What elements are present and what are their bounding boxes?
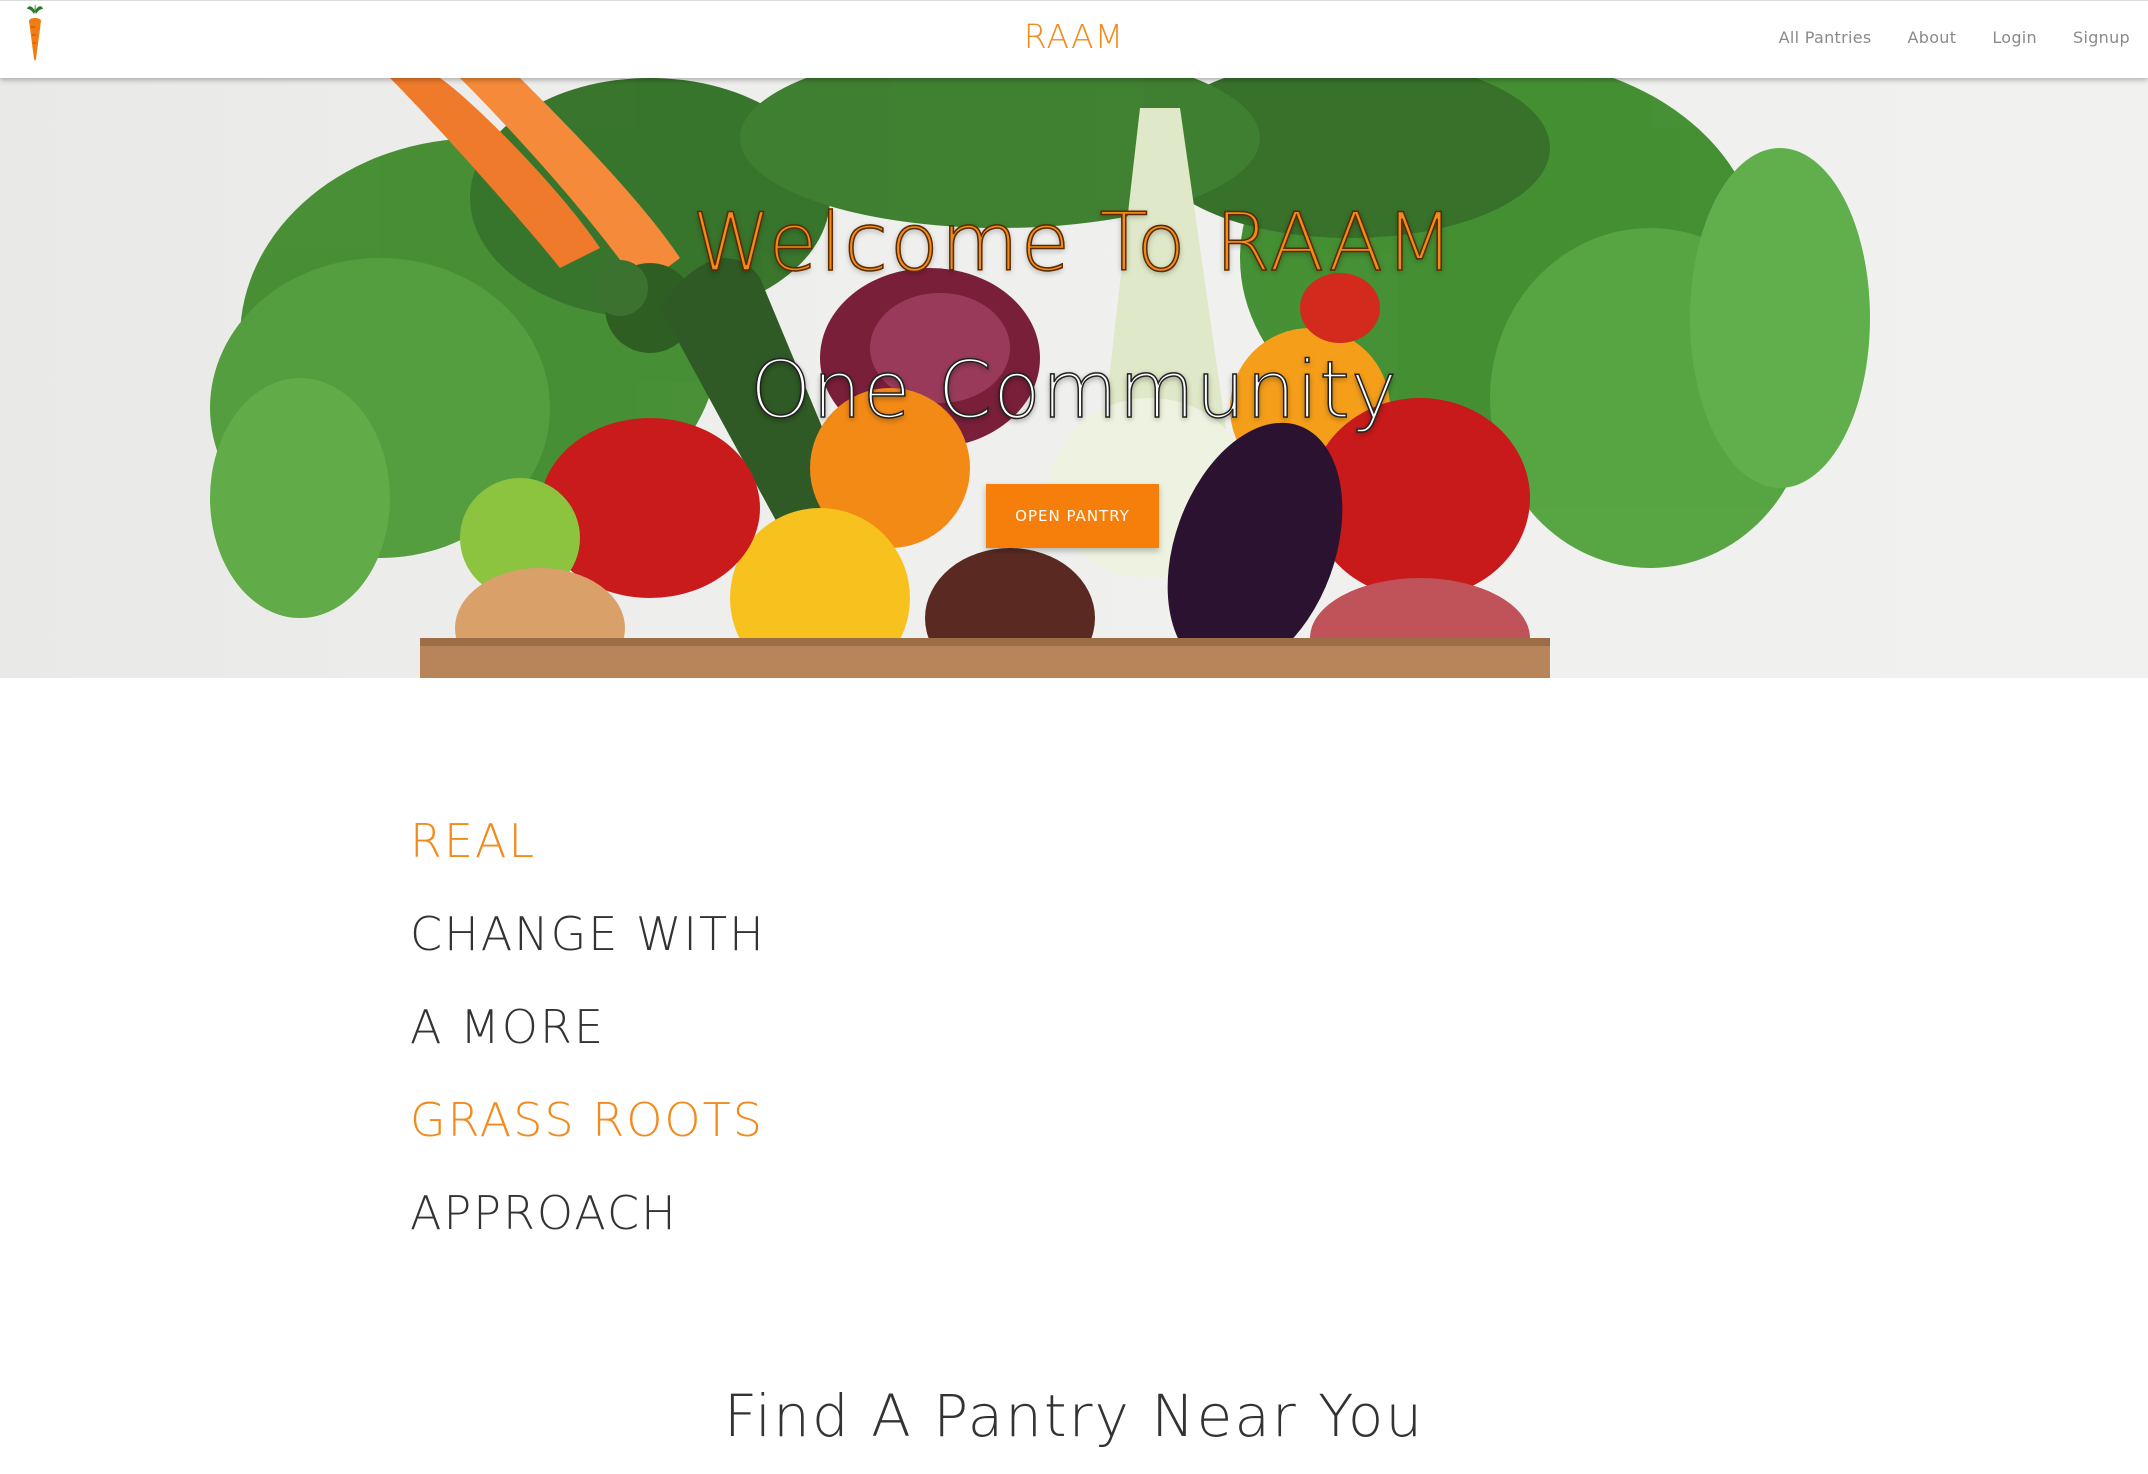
nav-link-all-pantries[interactable]: All Pantries — [1779, 28, 1872, 47]
hero-subtitle: One Community — [749, 345, 1399, 437]
nav-links: All Pantries About Login Signup — [1779, 28, 2130, 47]
hero-title: Welcome To RAAM — [691, 195, 1457, 290]
nav-link-about[interactable]: About — [1908, 28, 1957, 47]
top-navbar: RAAM All Pantries About Login Signup — [0, 0, 2148, 78]
find-pantry-heading: Find A Pantry Near You — [723, 1382, 1425, 1450]
tagline-line: APPROACH — [410, 1186, 678, 1240]
nav-link-login[interactable]: Login — [1992, 28, 2037, 47]
tagline-line: A MORE — [410, 1000, 606, 1054]
open-pantry-button[interactable]: OPEN PANTRY — [986, 484, 1159, 548]
tagline-line: CHANGE WITH — [410, 907, 766, 961]
hero-banner: Welcome To RAAM One Community OPEN PANTR… — [0, 78, 2148, 678]
tagline-line: REAL — [410, 814, 537, 868]
tagline-line: GRASS ROOTS — [410, 1093, 764, 1147]
tagline-list: REAL CHANGE WITH A MORE GRASS ROOTS APPR… — [410, 795, 766, 1260]
nav-link-signup[interactable]: Signup — [2073, 28, 2130, 47]
